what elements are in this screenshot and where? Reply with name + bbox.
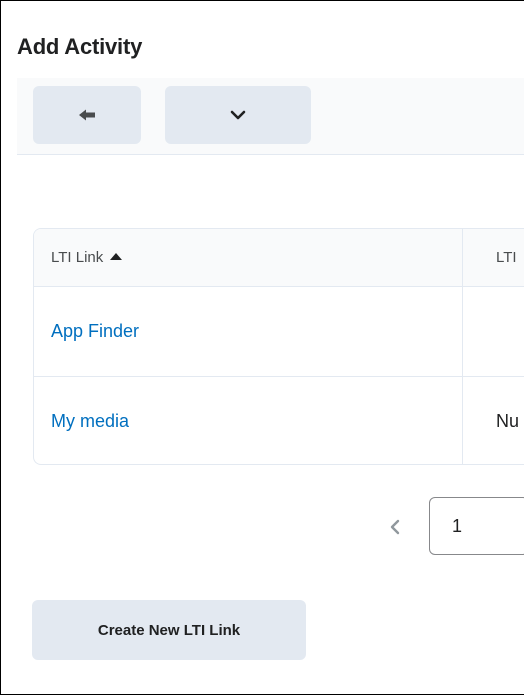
table-cell: App Finder xyxy=(51,287,139,376)
column-header-label: LTI xyxy=(496,249,517,266)
previous-page-button[interactable] xyxy=(383,512,407,542)
table-cell: My media xyxy=(51,377,129,464)
sort-ascending-icon xyxy=(110,253,123,260)
toolbar xyxy=(17,78,524,155)
column-header-label: LTI Link xyxy=(51,249,104,266)
table-cell: Nu xyxy=(496,377,520,464)
create-new-lti-link-button[interactable]: Create New LTI Link xyxy=(32,600,306,660)
column-header-lti[interactable]: LTI xyxy=(496,229,517,286)
more-options-button[interactable] xyxy=(165,86,311,144)
page-number-input[interactable] xyxy=(429,497,524,555)
back-button[interactable] xyxy=(33,86,141,144)
table-row: My media Nu xyxy=(34,377,524,464)
lti-link-app-finder[interactable]: App Finder xyxy=(51,321,139,342)
table-cell-value: Nu xyxy=(496,411,520,431)
table-row: App Finder xyxy=(34,287,524,377)
column-divider xyxy=(462,229,463,464)
lti-link-my-media[interactable]: My media xyxy=(51,411,129,432)
column-header-lti-link[interactable]: LTI Link xyxy=(51,229,123,286)
page-title: Add Activity xyxy=(17,34,143,59)
lti-links-table: LTI Link LTI App Finder My media Nu xyxy=(33,228,524,465)
chevron-down-icon xyxy=(230,110,246,120)
chevron-left-icon xyxy=(390,519,400,535)
arrow-left-icon xyxy=(79,109,95,121)
table-header-row: LTI Link LTI xyxy=(34,229,524,287)
